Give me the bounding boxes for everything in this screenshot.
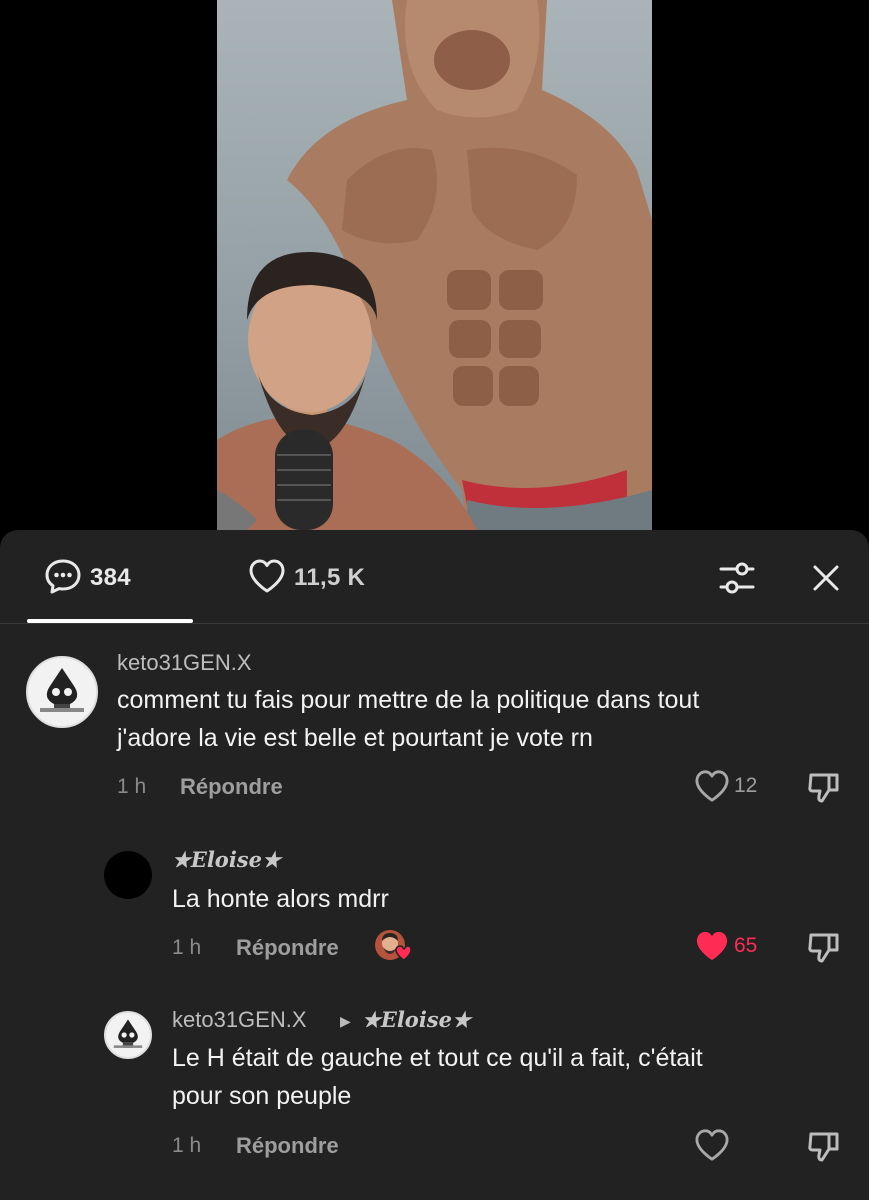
like-button[interactable]: 65 (694, 929, 757, 963)
thumbs-down-icon (808, 773, 839, 803)
thumbs-down-icon (808, 933, 839, 963)
skull-avatar-icon (106, 1013, 150, 1057)
comment-text: Le H était de gauche et tout ce qu'il a … (172, 1039, 852, 1115)
comment-time: 1 h (172, 936, 202, 959)
comment-username[interactable]: keto31GEN.X (117, 650, 252, 676)
reply-to-username[interactable]: ★Eloise★ (362, 1007, 471, 1032)
comment-text-line: Le H était de gauche et tout ce qu'il a … (172, 1044, 703, 1072)
avatar[interactable] (104, 851, 152, 899)
like-count: 65 (734, 934, 758, 957)
comments-count: 384 (90, 564, 131, 591)
skull-avatar-icon (28, 658, 96, 726)
comment-text-line: comment tu fais pour mettre de la politi… (117, 686, 700, 714)
comment-text-line: j'adore la vie est belle et pourtant je … (117, 724, 593, 752)
avatar[interactable] (104, 1011, 152, 1059)
creator-liked-badge (374, 929, 412, 963)
avatar[interactable] (26, 656, 98, 728)
heart-outline-icon (248, 558, 286, 599)
reply-arrow-icon: ▶ (340, 1013, 351, 1029)
comments-tabbar: 384 11,5 K (0, 530, 869, 624)
like-button[interactable] (694, 1128, 730, 1162)
tab-comments[interactable]: 384 (44, 558, 131, 598)
comment-time: 1 h (172, 1134, 202, 1157)
comment-text: comment tu fais pour mettre de la politi… (117, 681, 857, 757)
video-player[interactable] (0, 0, 869, 540)
like-count: 12 (734, 774, 758, 797)
video-thumbnail-image (217, 0, 652, 530)
comments-sheet: 384 11,5 K keto31GEN.X comment tu fais p… (0, 530, 869, 1200)
dislike-button[interactable] (806, 929, 842, 965)
thumbs-down-icon (808, 1132, 839, 1162)
comment-username[interactable]: keto31GEN.X (172, 1007, 307, 1033)
heart-outline-icon (695, 1129, 729, 1161)
like-button[interactable]: 12 (694, 769, 757, 803)
comment-text-line: pour son peuple (172, 1082, 352, 1110)
active-tab-indicator (27, 619, 193, 623)
comment-text-line: La honte alors mdrr (172, 885, 389, 913)
comment-time: 1 h (117, 775, 147, 798)
chat-bubble-icon (44, 557, 82, 600)
reply-comment-item: ★Eloise★ La honte alors mdrr 1 h Répondr… (0, 845, 869, 985)
close-icon (813, 565, 839, 591)
reply-comment-item: keto31GEN.X ▶ ★Eloise★ Le H était de gau… (0, 1005, 869, 1185)
comment-username[interactable]: ★Eloise★ (172, 847, 281, 872)
reply-button[interactable]: Répondre (180, 774, 283, 800)
sliders-icon (719, 562, 755, 594)
comment-item: keto31GEN.X comment tu fais pour mettre … (0, 650, 869, 820)
reply-button[interactable]: Répondre (236, 1133, 339, 1159)
video-frame (217, 0, 652, 530)
likes-count: 11,5 K (294, 564, 366, 591)
tab-likes[interactable]: 11,5 K (248, 558, 365, 598)
dislike-button[interactable] (806, 769, 842, 805)
reply-button[interactable]: Répondre (236, 935, 339, 961)
dislike-button[interactable] (806, 1128, 842, 1164)
heart-outline-icon (695, 770, 729, 802)
comment-text: La honte alors mdrr (172, 880, 832, 918)
heart-filled-icon (696, 931, 728, 961)
filter-button[interactable] (716, 558, 758, 598)
close-button[interactable] (806, 558, 846, 598)
